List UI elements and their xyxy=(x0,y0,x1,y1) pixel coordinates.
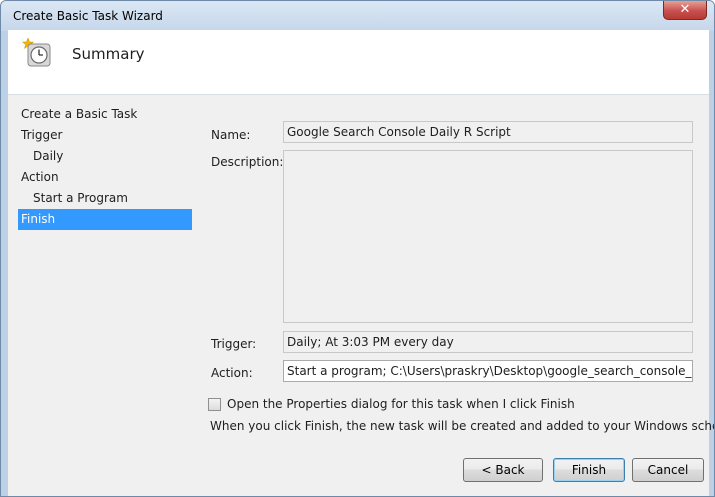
nav-item-daily[interactable]: Daily xyxy=(18,146,192,167)
title-bar[interactable]: Create Basic Task Wizard ✕ xyxy=(1,1,714,31)
nav-item-start-program[interactable]: Start a Program xyxy=(18,188,192,209)
wizard-window: Create Basic Task Wizard ✕ Summary Creat… xyxy=(0,0,715,497)
open-properties-label[interactable]: Open the Properties dialog for this task… xyxy=(227,397,575,411)
description-field[interactable] xyxy=(283,150,693,323)
clock-star-icon xyxy=(22,38,51,67)
open-properties-checkbox[interactable] xyxy=(208,398,221,411)
wizard-steps-nav: Create a Basic Task Trigger Daily Action… xyxy=(18,104,192,230)
wizard-client: Summary Create a Basic Task Trigger Dail… xyxy=(8,30,714,496)
cancel-button[interactable]: Cancel xyxy=(632,458,704,482)
wizard-body: Create a Basic Task Trigger Daily Action… xyxy=(8,95,714,496)
action-label: Action: xyxy=(211,366,253,380)
nav-item-finish[interactable]: Finish xyxy=(18,209,192,230)
nav-item-create-basic-task[interactable]: Create a Basic Task xyxy=(18,104,192,125)
finish-button[interactable]: Finish xyxy=(553,458,625,482)
trigger-field[interactable]: Daily; At 3:03 PM every day xyxy=(283,331,693,353)
window-title: Create Basic Task Wizard xyxy=(13,9,163,23)
trigger-label: Trigger: xyxy=(211,337,257,351)
finish-hint: When you click Finish, the new task will… xyxy=(210,419,715,433)
nav-item-trigger[interactable]: Trigger xyxy=(18,125,192,146)
name-label: Name: xyxy=(211,128,251,142)
name-field[interactable]: Google Search Console Daily R Script xyxy=(283,121,693,143)
wizard-header: Summary xyxy=(8,30,709,94)
action-field[interactable]: Start a program; C:\Users\praskry\Deskto… xyxy=(283,360,693,382)
close-button[interactable]: ✕ xyxy=(663,1,707,20)
description-label: Description: xyxy=(211,155,284,169)
back-button[interactable]: < Back xyxy=(463,458,543,482)
page-title: Summary xyxy=(72,45,145,63)
nav-item-action[interactable]: Action xyxy=(18,167,192,188)
close-icon: ✕ xyxy=(679,2,691,17)
